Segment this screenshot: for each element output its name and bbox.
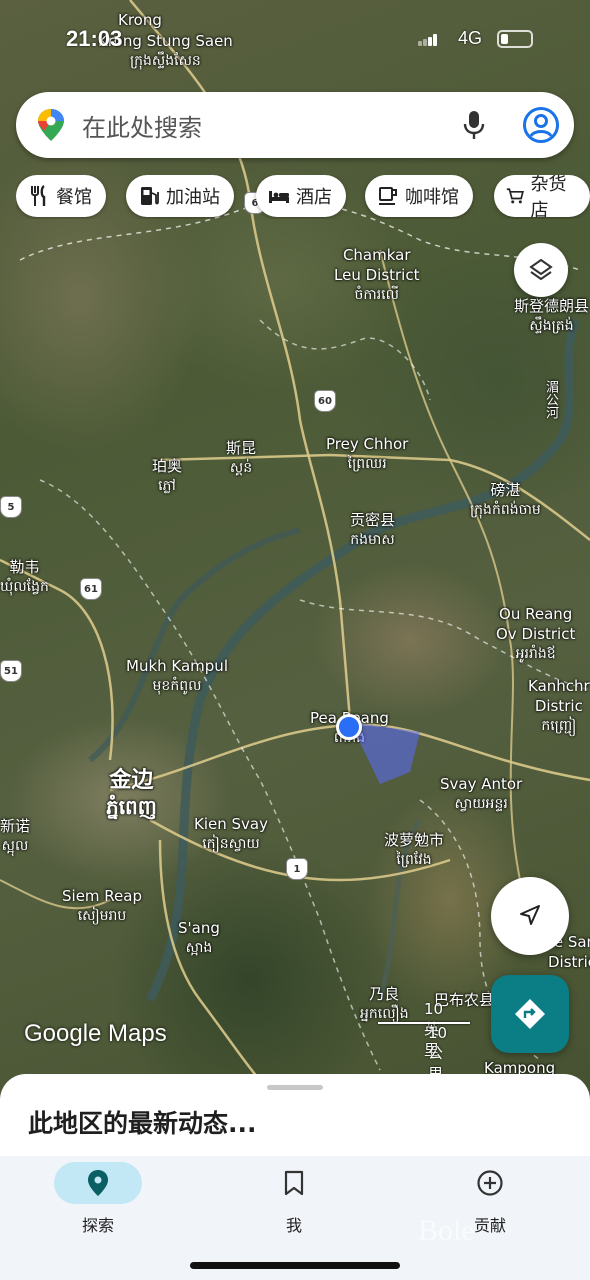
nav-tab-me[interactable]: 我 [226,1156,346,1246]
status-bar: 21:03 4G [0,26,590,56]
place-label-stoung-trang[interactable]: 斯登德朗县 ស្ទឹងត្រង់ [514,296,589,336]
layers-button[interactable] [514,243,568,297]
microphone-icon[interactable] [462,110,486,140]
place-label-ou-reang-ov[interactable]: Ou Reang Ov District អូររាំងឪ [496,604,575,664]
nav-label: 探索 [81,1216,114,1235]
signal-icon [418,34,437,46]
route-shield-1: 1 [286,858,308,880]
navigation-arrow-icon [520,905,540,925]
directions-button[interactable] [491,975,569,1053]
status-time: 21:03 [66,26,123,51]
bookmark-icon [284,1170,304,1196]
nav-label: 我 [285,1216,302,1235]
place-label-skun[interactable]: 斯昆 ស្គន់ [226,438,256,478]
route-shield-51: 51 [0,660,22,682]
category-chips: 餐馆 加油站 酒店 咖啡馆 杂货店 [16,175,590,219]
chip-label: 咖啡馆 [405,187,459,208]
chip-gas-stations[interactable]: 加油站 [126,175,234,217]
chip-label: 杂货店 [530,175,567,219]
chip-groceries[interactable]: 杂货店 [494,175,590,219]
nav-tab-explore-highlight [54,1162,142,1204]
place-label-kang-meas[interactable]: 贡密县 កងមាស [350,510,395,550]
hotel-icon [269,191,289,203]
place-label-longveaek[interactable]: 勒韦 ឃុំលង្វែក [0,557,49,597]
place-label-siem-reap[interactable]: Siem Reap សៀមរាប [62,886,142,926]
chip-label: 餐馆 [56,187,92,208]
restaurant-icon [31,185,46,206]
scale-bar [378,1022,470,1024]
chip-cafes[interactable]: 咖啡馆 [365,175,473,217]
chip-label: 酒店 [296,187,332,208]
google-maps-logo-icon [38,109,64,141]
place-label-phlov[interactable]: 珀奥 ភ្លៅ [152,456,182,496]
account-icon[interactable] [522,106,560,144]
nav-tab-contribute-icon-wrap [446,1162,534,1204]
google-maps-attribution: Google Maps [24,1020,167,1047]
place-label-kampong-cham[interactable]: 磅湛 ក្រុងកំពង់ចាម [470,480,541,520]
place-label-prey-chhor[interactable]: Prey Chhor ព្រៃឈរ [326,434,408,474]
add-circle-icon [477,1170,503,1196]
sheet-drag-handle[interactable] [267,1085,323,1090]
place-label-svay-antor[interactable]: Svay Antor ស្វាយអន្ទរ [440,774,522,814]
chip-label: 加油站 [166,187,220,208]
place-label-prey-veng[interactable]: 波萝勉市 ព្រៃវែង [384,830,444,870]
nav-tab-me-icon-wrap [250,1162,338,1204]
battery-icon [497,30,533,48]
search-bar[interactable]: 在此处搜索 [16,92,574,158]
directions-icon [515,999,545,1029]
chip-hotels[interactable]: 酒店 [256,175,346,217]
gas-station-icon [141,187,159,205]
place-label-chamkar-leu[interactable]: Chamkar Leu District ចំការលើ [334,245,419,305]
place-label-kanhchriech[interactable]: Kanhchr Distric កញ្ជ្រៀ [528,676,590,736]
nav-tab-explore[interactable]: 探索 [30,1156,150,1246]
place-label-sa-ang-phnom[interactable]: 新诺 ស្អុល [0,816,30,856]
watermark-logo: Bole [418,1214,475,1247]
my-location-button[interactable] [491,877,569,955]
coffee-icon [379,187,397,205]
chip-restaurants[interactable]: 餐馆 [16,175,106,217]
search-input[interactable]: 在此处搜索 [82,108,202,143]
place-label-kien-svay[interactable]: Kien Svay កៀនស្វាយ [194,814,268,854]
place-label-phnom-penh[interactable]: 金边 ភ្នំពេញ [106,768,157,820]
river-label-mekong: 湄公河 [543,380,558,419]
route-shield-5: 5 [0,496,22,518]
place-label-mukh-kampul[interactable]: Mukh Kampul មុខកំពូល [126,656,228,696]
layers-icon [529,258,553,281]
explore-pin-icon [88,1170,108,1196]
place-label-sang[interactable]: S'ang ស្អាង [178,918,220,958]
network-type: 4G [458,28,483,48]
home-indicator[interactable] [190,1262,400,1269]
current-location-dot [336,714,362,740]
route-shield-61: 61 [80,578,102,600]
grocery-cart-icon [506,188,524,204]
place-label-neak-loeung[interactable]: 乃良 អ្នកលឿង [360,984,409,1024]
sheet-title: 此地区的最新动态... [28,1109,257,1138]
route-shield-60: 60 [314,390,336,412]
